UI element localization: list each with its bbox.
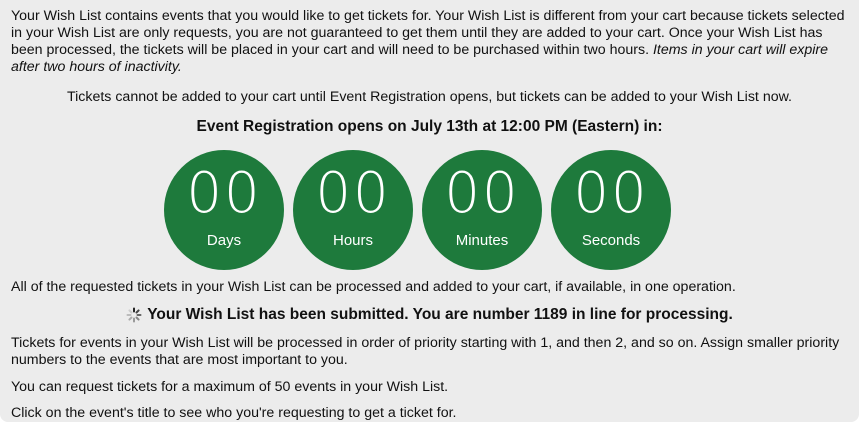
submission-status-text: Your Wish List has been submitted. You a… [147, 306, 733, 323]
days-value: 00 [186, 161, 262, 226]
days-label: Days [206, 232, 242, 249]
seconds-label: Seconds [581, 232, 641, 249]
hours-value: 00 [315, 161, 391, 226]
minutes-value: 00 [444, 161, 520, 226]
max-events-info: You can request tickets for a maximum of… [11, 379, 449, 395]
registration-notice: Tickets cannot be added to your cart unt… [66, 89, 793, 105]
countdown-seconds: 00 Seconds [551, 150, 671, 270]
countdown-minutes: 00 Minutes [422, 150, 542, 270]
minutes-label: Minutes [455, 232, 509, 249]
countdown-days: 00 Days [164, 150, 284, 270]
all-requested-info: All of the requested tickets in your Wis… [11, 279, 736, 295]
wish-list-intro: Your Wish List contains events that you … [11, 8, 849, 76]
seconds-value: 00 [573, 161, 649, 226]
countdown-timer: 00 Days 00 Hours 00 Minutes 00 Seconds [164, 150, 671, 270]
registration-opens-heading: Event Registration opens on July 13th at… [196, 118, 663, 135]
priority-info: Tickets for events in your Wish List wil… [11, 335, 840, 368]
hours-label: Hours [332, 232, 373, 249]
click-title-info: Click on the event's title to see who yo… [11, 405, 457, 421]
countdown-hours: 00 Hours [293, 150, 413, 270]
loading-spinner-icon [126, 307, 142, 323]
submission-status: Your Wish List has been submitted. You a… [0, 306, 859, 324]
